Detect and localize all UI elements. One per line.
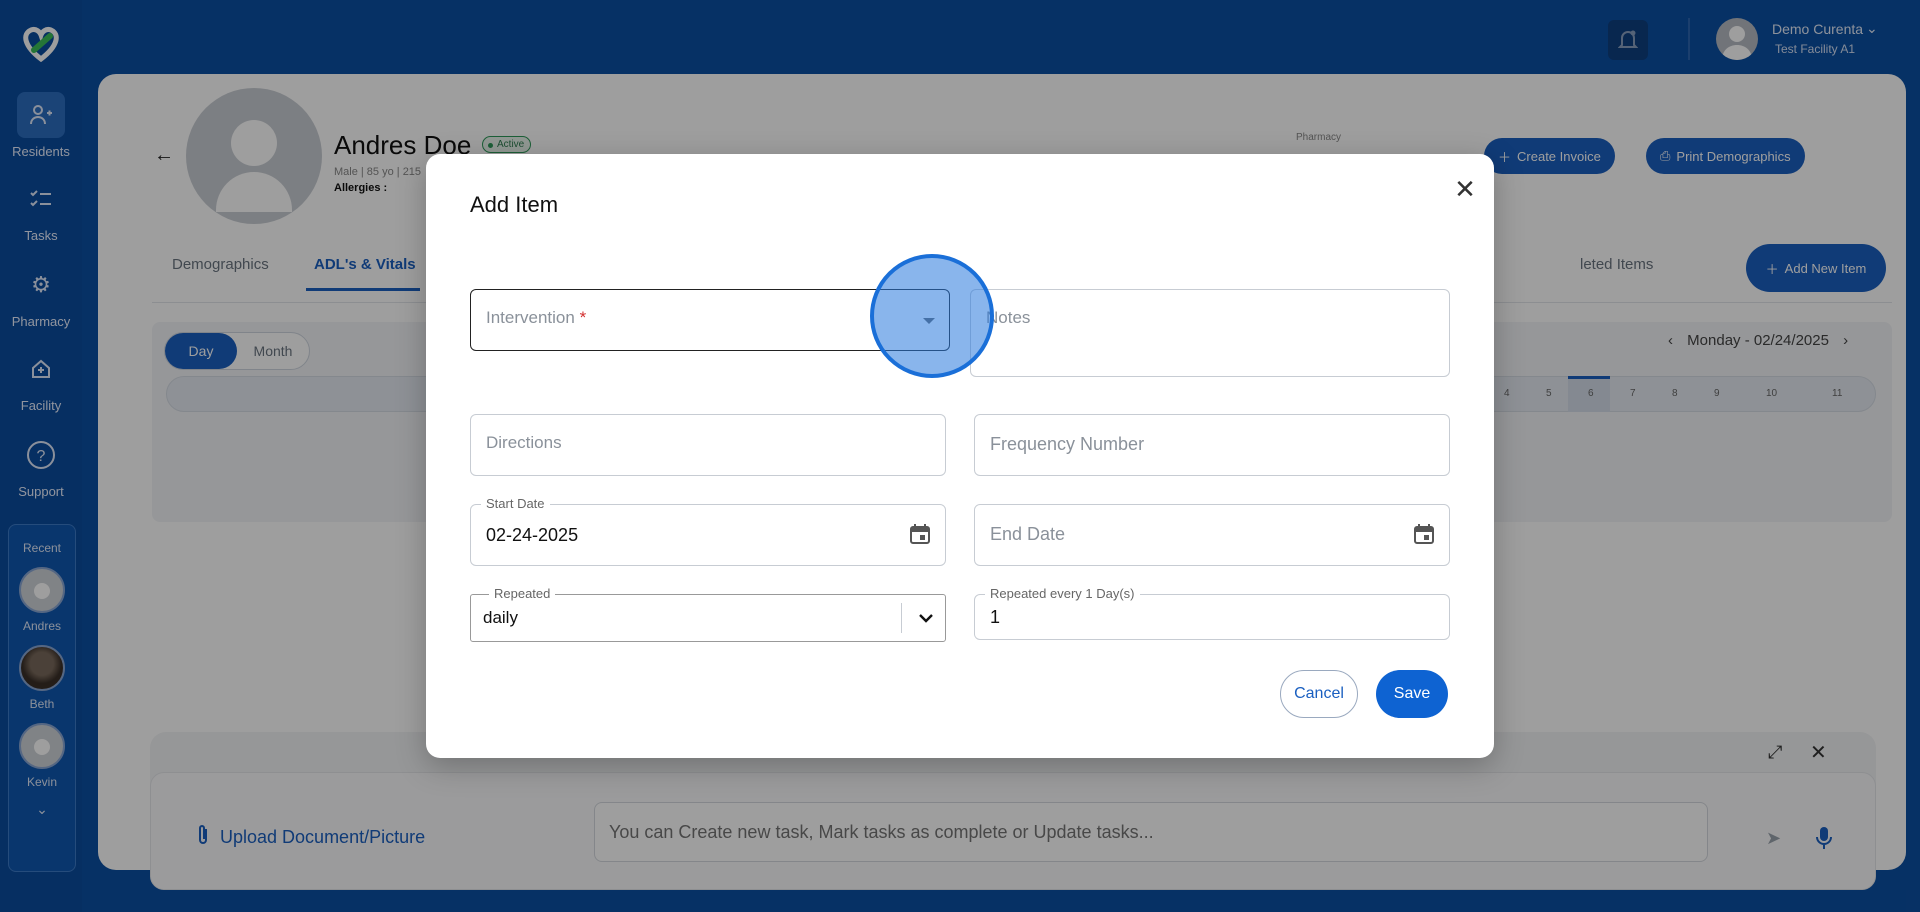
end-date-field[interactable]: End Date [974, 504, 1450, 566]
repeated-every-value: 1 [990, 607, 1001, 627]
repeated-select[interactable]: Repeated daily [470, 586, 946, 642]
frequency-placeholder: Frequency Number [990, 434, 1145, 454]
end-date-placeholder: End Date [990, 524, 1066, 544]
click-highlight [870, 254, 994, 378]
start-date-label: Start Date [481, 496, 550, 511]
save-button[interactable]: Save [1376, 670, 1448, 718]
notes-field[interactable]: Notes [970, 289, 1450, 377]
start-date-value: 02-24-2025 [486, 525, 579, 545]
cancel-button[interactable]: Cancel [1280, 670, 1358, 718]
add-item-dialog: Add Item ✕ Intervention * Notes Directio… [426, 154, 1494, 758]
repeated-label: Repeated [489, 586, 556, 601]
start-date-field[interactable]: Start Date 02-24-2025 [470, 496, 946, 566]
repeated-value: daily [483, 608, 518, 627]
chevron-down-icon[interactable] [919, 607, 933, 628]
calendar-icon[interactable] [1413, 523, 1435, 545]
directions-field[interactable]: Directions [470, 414, 946, 476]
repeated-every-label: Repeated every 1 Day(s) [985, 586, 1140, 601]
repeated-every-field[interactable]: Repeated every 1 Day(s) 1 [974, 586, 1450, 640]
close-icon[interactable]: ✕ [1450, 174, 1480, 204]
frequency-number-field[interactable]: Frequency Number [974, 414, 1450, 476]
intervention-placeholder: Intervention * [486, 308, 587, 327]
directions-placeholder: Directions [486, 433, 562, 452]
calendar-icon[interactable] [909, 523, 931, 545]
select-divider [901, 603, 902, 633]
dialog-title: Add Item [470, 192, 559, 217]
